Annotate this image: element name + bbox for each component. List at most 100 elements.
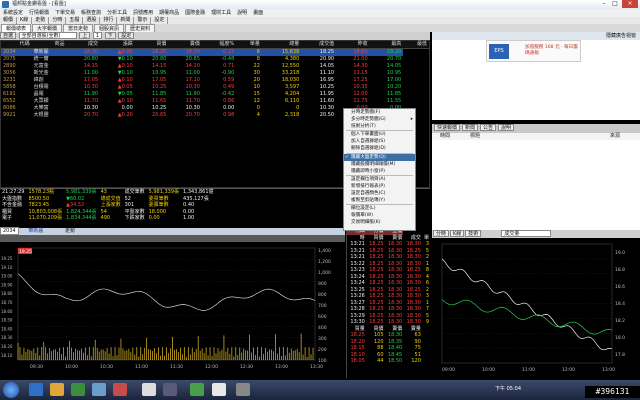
column-header[interactable]: 最高 (369, 41, 404, 49)
menu-item[interactable]: 下單交易 (52, 9, 78, 17)
toolbar-button[interactable]: 設定 (151, 17, 169, 24)
table-cell: 10.25 (152, 84, 167, 90)
toolbar-button[interactable]: 分時 (49, 17, 67, 24)
news-tab[interactable]: 快速報價 (434, 124, 461, 131)
context-menu-item[interactable]: ✓ 隱藏大盤走勢(Q) (344, 153, 415, 161)
group-button[interactable]: 自選 (0, 32, 17, 39)
column-header[interactable]: 賣價 (168, 41, 202, 49)
start-button[interactable] (3, 382, 19, 398)
intraday-chart[interactable]: 19.25 19.25 19.10 19.00 18.90 18.80 18.70 18.60… (0, 242, 345, 372)
table-row[interactable]: 6191 晶電 11.90 ▼0.05 11.85 11.90 -0.42 15 4,204 11… (1, 91, 429, 98)
list-select[interactable]: 全部自選股(全數) (18, 32, 77, 39)
toolbar-button[interactable]: 報價 (0, 17, 18, 24)
chart-tab[interactable]: 走勢 (65, 228, 75, 234)
table-row[interactable]: 3231 緯創 17.05 ▲0.10 17.05 17.10 0.59 20 18,030 16… (1, 77, 429, 84)
context-menu-item[interactable]: 隱藏即時小窗(P) (344, 168, 415, 175)
column-header[interactable]: 幅度% (201, 41, 237, 49)
page-field[interactable]: 1 (92, 32, 102, 39)
news-tab[interactable]: 說明 (498, 124, 515, 131)
news-tab[interactable]: 公告 (480, 124, 497, 131)
index-axis-label: 18.6 (615, 284, 625, 290)
context-menu-item[interactable]: 加入自選群組(S) (344, 138, 415, 145)
taskbar-app-icon[interactable] (92, 383, 106, 396)
table-row[interactable]: 2075 統一實 20.80 ▼0.10 20.80 20.85 -0.48 8 4,380 20… (1, 56, 429, 63)
taskbar-chart-icon[interactable] (163, 383, 177, 396)
menu-item[interactable]: 訊號應用 (130, 9, 156, 17)
table-row[interactable]: 3056 新光金 11.00 ▼0.10 10.95 11.00 -0.90 30 33,218… (1, 70, 429, 77)
context-menu-item[interactable]: 刪除自選群組(D) (344, 145, 415, 152)
context-menu-item[interactable]: 隱藏股價明細報價(M) (344, 161, 415, 168)
toolbar-button[interactable]: 走勢 (32, 17, 50, 24)
menu-item[interactable]: 分析工具 (104, 9, 130, 17)
taskbar-ie-icon[interactable] (29, 383, 43, 396)
context-menu-item[interactable]: 複製至剪貼簿(Y) (344, 197, 415, 204)
context-menu-item[interactable]: 分時走勢圖(F) (344, 109, 415, 116)
column-header[interactable]: 成交 (66, 41, 101, 49)
news-tab[interactable]: 新聞 (462, 124, 479, 131)
context-menu-item[interactable]: 報價單(W) (344, 212, 415, 219)
menu-item[interactable]: 說明 (234, 9, 250, 17)
table-row[interactable]: 2890 元富金 14.15 ▲0.10 14.15 14.20 0.71 22 12,550 1… (1, 63, 429, 70)
table-row[interactable]: 2034 華新麗 18.30 ▲0.05 18.25 18.30 0.27 6 15,638 18… (1, 48, 429, 56)
right-chart-field[interactable]: 成交量 (501, 230, 552, 237)
menu-item[interactable]: 理財工具 (208, 9, 234, 17)
taskbar-media-icon[interactable] (71, 383, 85, 396)
toolbar-button[interactable]: 排行 (100, 17, 118, 24)
column-header[interactable]: 代碼 (1, 41, 32, 49)
column-header[interactable]: 買價 (134, 41, 169, 49)
context-menu-item[interactable]: 個人下單畫面(U) (344, 131, 415, 138)
toolbar-button[interactable]: K線 (17, 17, 33, 24)
menu-item[interactable]: 行情報價 (26, 9, 52, 17)
taskbar-tool-icon[interactable] (236, 383, 250, 396)
table-cell: 11.65 (152, 98, 167, 104)
page-up-button[interactable]: 上 (79, 32, 91, 39)
quote-controls: 自選 全部自選股(全數) 上 1 下 設定 (0, 32, 430, 40)
settings-button[interactable]: 設定 (118, 32, 135, 39)
column-header[interactable]: 商品 (31, 41, 67, 49)
context-menu-item[interactable]: 多分時走勢圖(G) ▸ (344, 116, 415, 123)
menu-item[interactable]: 畫面 (250, 9, 266, 17)
context-menu-item[interactable]: 設定自選顏色(C) (344, 190, 415, 197)
chart-symbol-input[interactable]: 2034 (0, 227, 19, 235)
column-header[interactable]: 成交值 (301, 41, 337, 49)
context-menu-item[interactable]: 設定欄位項目(A) (344, 176, 415, 183)
toolbar-button[interactable]: 五檔 (66, 17, 84, 24)
context-menu-item[interactable]: 技術分析(T) (344, 123, 415, 130)
maximize-button[interactable]: □ (610, 0, 620, 8)
column-header[interactable]: 最低 (403, 41, 429, 49)
column-header[interactable]: 昨收 (336, 41, 370, 49)
table-cell: 10.95 (152, 70, 167, 76)
menu-item[interactable]: 系統設定 (0, 9, 26, 17)
hide-ad-button[interactable]: 隱藏廣告視窗 (432, 32, 640, 40)
column-header[interactable]: 單量 (236, 41, 262, 49)
right-chart-tab[interactable]: 技術 (465, 230, 482, 237)
menu-item[interactable]: 國際金融 (182, 9, 208, 17)
column-header[interactable]: 總量 (261, 41, 302, 49)
tick-cell: 18.25 (369, 319, 384, 325)
minimize-button[interactable]: – (599, 0, 609, 8)
taskbar-green-icon[interactable] (190, 383, 204, 396)
context-menu-item[interactable]: 欄位設定(L) (344, 205, 415, 212)
context-menu-item[interactable]: 交易明細帳(K) (344, 219, 415, 226)
taskbar-window-icon[interactable] (142, 383, 156, 396)
right-chart-tab[interactable]: K線 (450, 230, 465, 237)
taskbar-stock-icon[interactable] (113, 383, 127, 396)
table-row[interactable]: 6552 大眾銀 11.70 ▲0.10 11.65 11.70 0.86 12 6,110 11… (1, 98, 429, 105)
right-chart-tab[interactable]: 分時 (433, 230, 450, 237)
system-clock[interactable]: 下午 05:04 (495, 383, 555, 396)
page-down-button[interactable]: 下 (104, 32, 116, 39)
context-menu-item[interactable]: 新增排行報表(P) (344, 183, 415, 190)
table-row[interactable]: 5858 台積電 10.30 ▲0.05 10.25 10.30 0.49 10 3,597 10… (1, 84, 429, 91)
menu-item[interactable]: 期權商品 (156, 9, 182, 17)
menu-item[interactable]: 帳務查詢 (78, 9, 104, 17)
close-button[interactable]: × (622, 0, 638, 8)
ad-banner[interactable]: EPS 加值服務 168 元 · 每日籌碼通報 (486, 40, 581, 62)
toolbar-button[interactable]: 警示 (134, 17, 152, 24)
taskbar-folder-icon[interactable] (50, 383, 64, 396)
toolbar-button[interactable]: 新聞 (117, 17, 135, 24)
taskbar-doc-icon[interactable] (212, 383, 226, 396)
column-header[interactable]: 漲跌 (100, 41, 135, 49)
news-list[interactable] (432, 140, 640, 230)
toolbar-button[interactable]: 選股 (83, 17, 101, 24)
index-chart[interactable]: 19.0 18.8 18.6 18.4 18.2 18.0 17.8 09:00 10:00 11… (432, 238, 640, 378)
